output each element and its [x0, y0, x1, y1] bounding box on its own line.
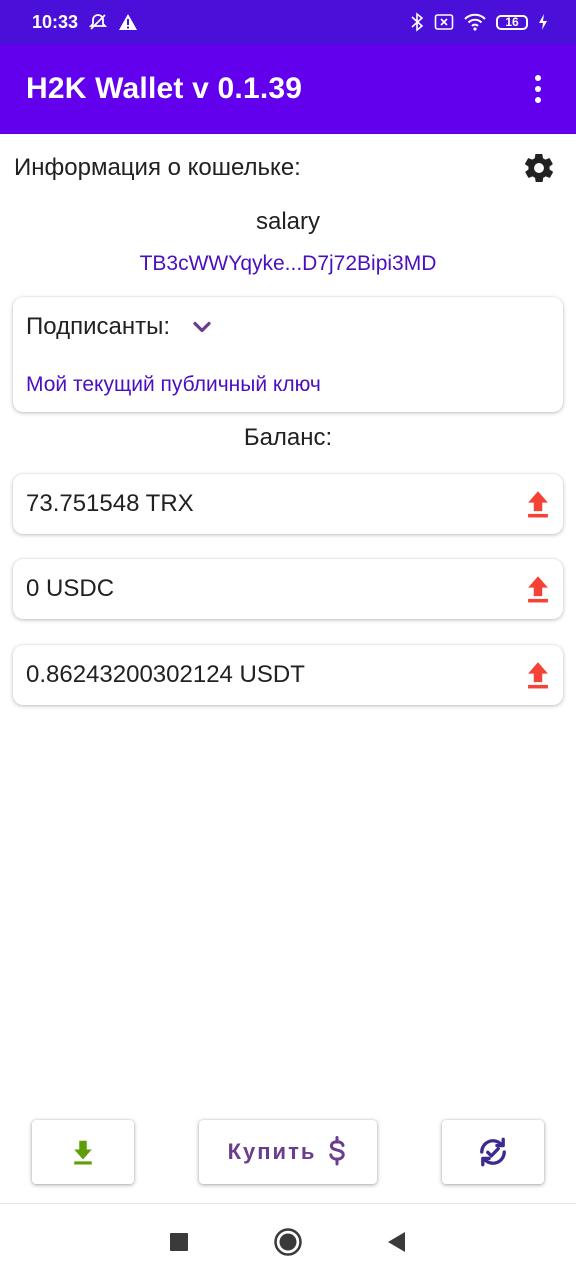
signers-header[interactable]: Подписанты:: [26, 313, 216, 341]
status-time: 10:33: [32, 11, 79, 32]
balance-label: Баланс:: [243, 424, 333, 451]
mute-alarm-icon: [88, 12, 108, 32]
send-upload-icon[interactable]: [521, 487, 555, 521]
status-bar: 10:33 16: [0, 0, 576, 44]
gear-icon[interactable]: [522, 151, 556, 185]
status-bar-left: 10:33: [32, 12, 138, 33]
recents-square-icon[interactable]: [169, 1232, 189, 1252]
balance-value: 0 USDC: [26, 575, 115, 602]
wallet-info-header: Информация о кошельке:: [0, 140, 576, 196]
send-upload-icon[interactable]: [521, 658, 555, 692]
app-title: H2K Wallet v 0.1.39: [26, 72, 303, 105]
sync-check-icon: [480, 1137, 506, 1167]
balance-card-usdt[interactable]: 0.86243200302124 USDT: [13, 645, 563, 705]
home-circle-icon[interactable]: [273, 1227, 303, 1257]
system-nav-bar: [0, 1204, 576, 1280]
sim-off-icon: [434, 13, 454, 31]
download-icon: [74, 1140, 92, 1165]
more-vert-icon[interactable]: [526, 69, 550, 109]
back-triangle-icon[interactable]: [387, 1231, 407, 1253]
charging-icon: [538, 13, 548, 31]
chevron-down-icon[interactable]: [188, 313, 216, 341]
dollar-icon: [329, 1136, 346, 1166]
balance-card-trx[interactable]: 73.751548 TRX: [13, 474, 563, 534]
balance-value: 73.751548 TRX: [26, 490, 194, 517]
buy-label: Купить: [227, 1139, 317, 1164]
receive-button[interactable]: [32, 1120, 134, 1184]
app-bar: H2K Wallet v 0.1.39: [0, 44, 576, 134]
public-key-link[interactable]: Мой текущий публичный ключ: [26, 373, 321, 397]
status-bar-right: 16: [410, 12, 548, 32]
sync-button[interactable]: [442, 1120, 544, 1184]
battery-icon: 16: [496, 14, 528, 30]
signers-label: Подписанты:: [26, 313, 170, 340]
balance-card-usdc[interactable]: 0 USDC: [13, 559, 563, 619]
wifi-icon: [464, 13, 486, 31]
balance-value: 0.86243200302124 USDT: [26, 661, 305, 688]
signers-card: Подписанты: Мой текущий публичный ключ: [13, 297, 563, 412]
wallet-info-label: Информация о кошельке:: [14, 154, 301, 181]
wallet-address-link[interactable]: TB3cWWYqyke...D7j72Bipi3MD: [0, 252, 576, 276]
wallet-name: salary: [255, 208, 321, 235]
bluetooth-icon: [410, 12, 424, 32]
buy-button[interactable]: Купить: [199, 1120, 377, 1184]
warning-icon: [118, 13, 138, 31]
send-upload-icon[interactable]: [521, 572, 555, 606]
